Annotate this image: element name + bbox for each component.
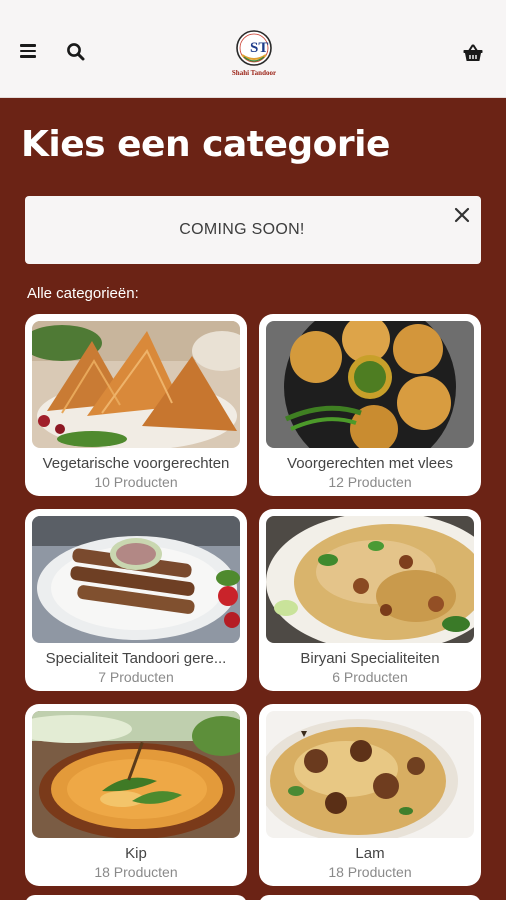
product-count: 6 Producten (332, 669, 408, 685)
category-name: Biryani Specialiteiten (300, 650, 440, 667)
logo-monogram: ST (250, 40, 268, 56)
category-name: Kip (125, 845, 147, 862)
logo-text: Shahi Tandoor (231, 69, 277, 77)
coming-soon-banner: COMING SOON! (25, 196, 481, 264)
category-card-vegetarian-starters[interactable]: Vegetarische voorgerechten 10 Producten (25, 314, 247, 496)
category-image (266, 516, 474, 643)
category-image (32, 711, 240, 838)
category-image (32, 516, 240, 643)
category-card-next[interactable] (25, 895, 247, 900)
category-name: Specialiteit Tandoori gere... (45, 650, 227, 667)
category-card-tandoori-specialty[interactable]: Specialiteit Tandoori gere... 7 Producte… (25, 509, 247, 691)
product-count: 18 Producten (328, 864, 412, 880)
category-card-meat-starters[interactable]: Voorgerechten met vlees 12 Producten (259, 314, 481, 496)
category-image (266, 321, 474, 448)
product-count: 18 Producten (94, 864, 178, 880)
category-card-biryani[interactable]: Biryani Specialiteiten 6 Producten (259, 509, 481, 691)
product-count: 10 Producten (94, 474, 178, 490)
category-card-lamb[interactable]: Lam 18 Producten (259, 704, 481, 886)
close-icon[interactable] (453, 206, 471, 224)
search-icon[interactable] (66, 42, 88, 64)
page-title: Kies een categorie (21, 124, 390, 165)
category-image (266, 711, 474, 838)
category-name: Vegetarische voorgerechten (42, 455, 230, 472)
category-image (32, 321, 240, 448)
basket-icon[interactable] (463, 44, 485, 64)
category-name: Lam (355, 845, 385, 862)
category-card-next[interactable] (259, 895, 481, 900)
product-count: 12 Producten (328, 474, 412, 490)
hamburger-menu-icon[interactable] (18, 41, 40, 63)
logo[interactable]: ST Shahi Tandoor (226, 28, 282, 80)
product-count: 7 Producten (98, 669, 174, 685)
section-label: Alle categorieën: (27, 285, 139, 302)
category-card-chicken[interactable]: Kip 18 Producten (25, 704, 247, 886)
top-bar: ST Shahi Tandoor (0, 0, 506, 98)
notice-text: COMING SOON! (179, 221, 305, 238)
category-name: Voorgerechten met vlees (287, 455, 453, 472)
